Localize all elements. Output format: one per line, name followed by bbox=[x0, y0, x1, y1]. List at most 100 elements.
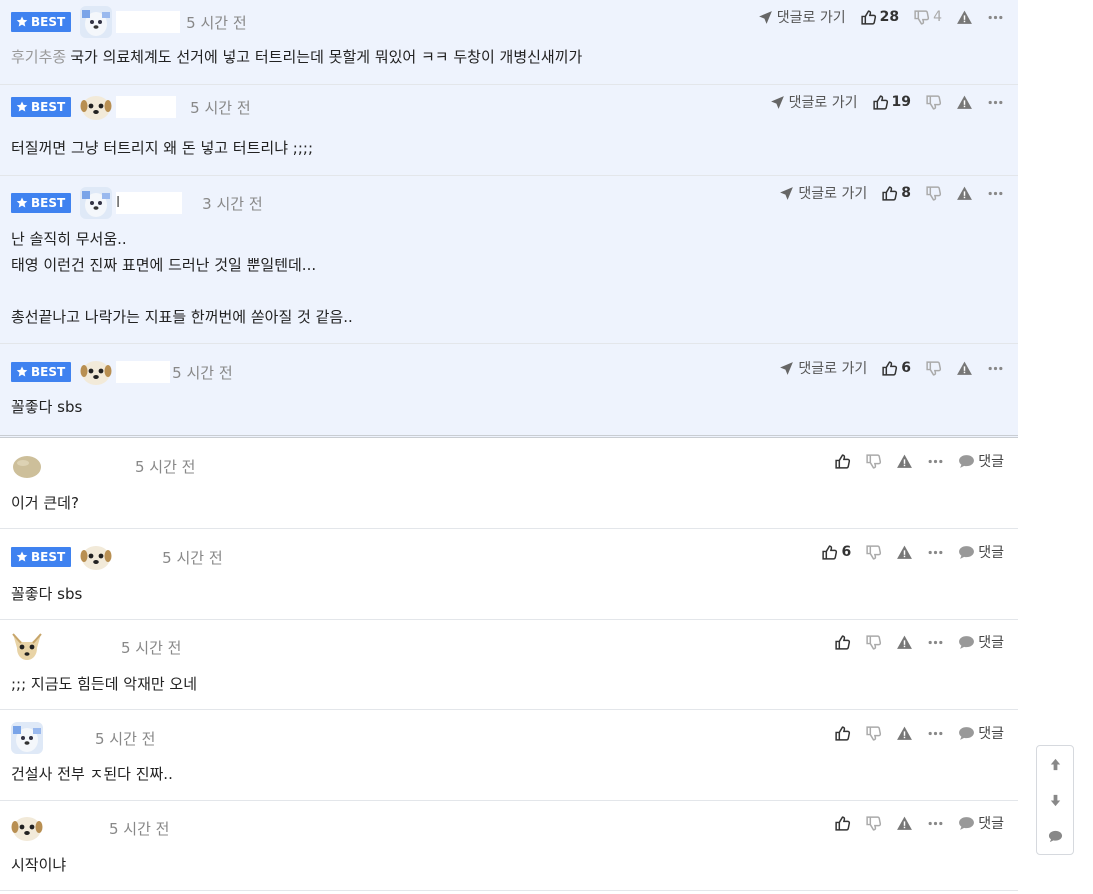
reply-button[interactable]: 댓글 bbox=[958, 632, 1004, 652]
goto-reply-button[interactable]: 댓글로 가기 bbox=[778, 183, 867, 203]
comment-header: 5 시간 전 bbox=[11, 813, 169, 843]
more-button[interactable] bbox=[987, 185, 1004, 202]
report-button[interactable] bbox=[896, 815, 913, 832]
comment-header: BEST 5 시간 전 bbox=[11, 357, 233, 387]
dislike-button[interactable] bbox=[865, 815, 882, 832]
dislike-button[interactable] bbox=[865, 453, 882, 470]
comment-time: 5 시간 전 bbox=[121, 638, 182, 657]
more-button[interactable] bbox=[927, 815, 944, 832]
puppy-face-icon[interactable] bbox=[80, 541, 112, 573]
like-count: 8 bbox=[901, 185, 911, 201]
comment-actions: 댓글 bbox=[820, 451, 1004, 471]
dislike-button[interactable] bbox=[865, 634, 882, 651]
goto-reply-button[interactable]: 댓글로 가기 bbox=[769, 92, 858, 112]
comment: 5 시간 전 댓글 이거 큰데? bbox=[0, 438, 1018, 529]
comment-time: 5 시간 전 bbox=[95, 729, 156, 748]
like-button[interactable] bbox=[834, 815, 851, 832]
more-button[interactable] bbox=[987, 360, 1004, 377]
star-icon bbox=[16, 197, 28, 208]
report-button[interactable] bbox=[956, 360, 973, 377]
comment-body: ;;; 지금도 힘든데 악재만 오네 bbox=[11, 671, 197, 697]
like-button[interactable]: 19 bbox=[872, 94, 911, 111]
report-button[interactable] bbox=[896, 453, 913, 470]
best-comment: BEST l 3 시간 전 댓글로 가기 8 난 솔직히 무서움.. 태영 이런… bbox=[0, 176, 1018, 344]
nickname[interactable] bbox=[116, 546, 157, 568]
dislike-button[interactable]: 4 bbox=[913, 9, 942, 26]
comment-actions: 댓글 bbox=[820, 723, 1004, 743]
nickname[interactable] bbox=[116, 96, 177, 118]
comment-text-line: 태영 이런건 진짜 표면에 드러난 것일 뿐일텐데... bbox=[11, 256, 317, 274]
comment-text: 꼴좋다 sbs bbox=[11, 398, 83, 416]
nickname[interactable]: l bbox=[116, 192, 183, 214]
dislike-button[interactable] bbox=[925, 94, 942, 111]
comment-time: 3 시간 전 bbox=[202, 194, 263, 213]
dog-white-icon[interactable] bbox=[80, 187, 113, 219]
reply-button[interactable]: 댓글 bbox=[958, 813, 1004, 833]
more-button[interactable] bbox=[987, 9, 1004, 26]
arrow-up-icon bbox=[1050, 758, 1060, 770]
report-button[interactable] bbox=[896, 634, 913, 651]
comment-body: 꼴좋다 sbs bbox=[11, 394, 82, 420]
nickname[interactable] bbox=[43, 455, 129, 477]
like-button[interactable] bbox=[834, 453, 851, 470]
dog-white-icon[interactable] bbox=[11, 722, 43, 754]
best-badge: BEST bbox=[11, 193, 72, 213]
like-button[interactable] bbox=[834, 725, 851, 742]
dislike-button[interactable] bbox=[925, 185, 942, 202]
thumbs-up-icon bbox=[835, 453, 851, 469]
comment-text: 국가 의료체계도 선거에 넣고 터트리는데 못할게 뭐있어 ㅋㅋ 두창이 개병신… bbox=[70, 48, 583, 66]
report-button[interactable] bbox=[956, 94, 973, 111]
nickname[interactable] bbox=[116, 11, 181, 33]
send-arrow-icon bbox=[780, 361, 794, 375]
goto-reply-button[interactable]: 댓글로 가기 bbox=[778, 358, 867, 378]
star-icon bbox=[16, 16, 28, 27]
nickname[interactable] bbox=[43, 817, 103, 839]
reply-button[interactable]: 댓글 bbox=[958, 542, 1004, 562]
warning-icon bbox=[957, 10, 972, 24]
dislike-button[interactable] bbox=[865, 725, 882, 742]
potato-icon[interactable] bbox=[11, 450, 43, 482]
like-button[interactable]: 6 bbox=[821, 544, 851, 561]
scroll-top-button[interactable] bbox=[1037, 746, 1073, 782]
dislike-button[interactable] bbox=[865, 544, 882, 561]
thumbs-up-icon bbox=[835, 725, 851, 741]
like-button[interactable]: 28 bbox=[860, 9, 899, 26]
more-button[interactable] bbox=[927, 725, 944, 742]
nickname[interactable] bbox=[116, 361, 171, 383]
comment-header: BEST 5 시간 전 bbox=[11, 92, 251, 122]
dislike-button[interactable] bbox=[925, 360, 942, 377]
like-button[interactable]: 6 bbox=[881, 360, 911, 377]
thumbs-down-icon bbox=[926, 94, 942, 110]
puppy-face-icon[interactable] bbox=[80, 356, 112, 388]
nickname[interactable] bbox=[43, 636, 115, 658]
comment-text: 시작이냐 bbox=[11, 856, 67, 874]
report-button[interactable] bbox=[956, 185, 973, 202]
like-button[interactable]: 8 bbox=[881, 185, 911, 202]
reply-button[interactable]: 댓글 bbox=[958, 451, 1004, 471]
report-button[interactable] bbox=[896, 544, 913, 561]
report-button[interactable] bbox=[956, 9, 973, 26]
comment-time: 5 시간 전 bbox=[190, 98, 251, 117]
dog-white-icon[interactable] bbox=[80, 6, 113, 38]
like-button[interactable] bbox=[834, 634, 851, 651]
thumbs-down-icon bbox=[866, 544, 882, 560]
puppy-face-icon[interactable] bbox=[80, 91, 112, 123]
comment-text-line: 총선끝나고 나락가는 지표들 한꺼번에 쏟아질 것 같음.. bbox=[11, 308, 353, 326]
more-button[interactable] bbox=[927, 453, 944, 470]
puppy-face-icon[interactable] bbox=[11, 812, 43, 844]
like-count: 19 bbox=[891, 94, 911, 110]
more-dots-icon bbox=[928, 821, 943, 825]
goto-reply-button[interactable]: 댓글로 가기 bbox=[757, 7, 846, 27]
more-button[interactable] bbox=[927, 634, 944, 651]
chihuahua-icon[interactable] bbox=[11, 631, 43, 663]
comments-button[interactable] bbox=[1037, 818, 1073, 854]
more-button[interactable] bbox=[927, 544, 944, 561]
thumbs-up-icon bbox=[872, 94, 888, 110]
nickname[interactable] bbox=[43, 727, 89, 749]
more-button[interactable] bbox=[987, 94, 1004, 111]
reply-button[interactable]: 댓글 bbox=[958, 723, 1004, 743]
thumbs-down-icon bbox=[926, 360, 942, 376]
report-button[interactable] bbox=[896, 725, 913, 742]
scroll-down-button[interactable] bbox=[1037, 782, 1073, 818]
comment-body: 후기추종 국가 의료체계도 선거에 넣고 터트리는데 못할게 뭐있어 ㅋㅋ 두창이… bbox=[11, 44, 582, 70]
